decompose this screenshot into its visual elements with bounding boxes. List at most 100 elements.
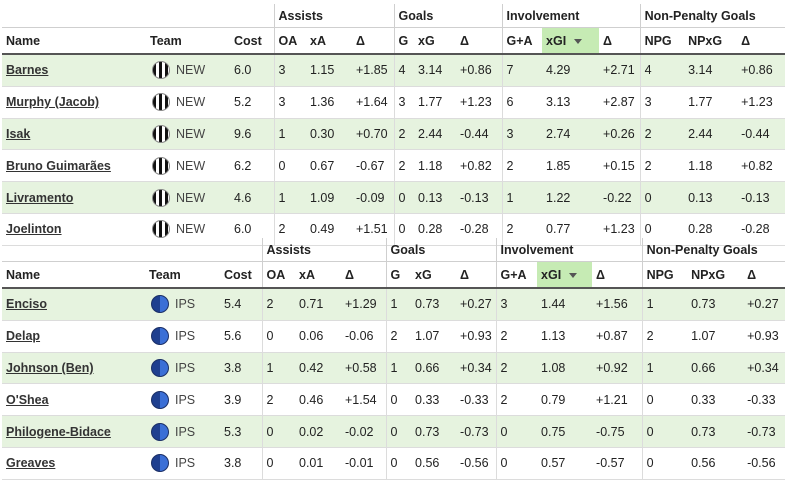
player-name-link[interactable]: O'Shea — [6, 393, 49, 407]
xg-cell: 1.77 — [414, 86, 457, 119]
cost-cell: 5.4 — [220, 288, 262, 321]
col-delta-goals[interactable]: Δ — [456, 27, 503, 55]
xg-cell: 2.44 — [414, 118, 457, 151]
npxg-cell: 1.18 — [684, 149, 738, 183]
player-name-link[interactable]: Barnes — [6, 63, 48, 77]
col-xg[interactable]: xG — [411, 261, 457, 289]
col-ga[interactable]: G+A — [495, 261, 538, 289]
col-name[interactable]: Name — [2, 27, 146, 55]
ga-cell: 2 — [501, 149, 543, 183]
oa-cell: 1 — [273, 118, 306, 151]
player-name-link[interactable]: Livramento — [6, 191, 73, 205]
col-oa[interactable]: OA — [273, 27, 306, 55]
col-g[interactable]: G — [393, 27, 415, 55]
oa-cell: 3 — [273, 54, 306, 87]
col-delta-involvement[interactable]: Δ — [592, 261, 643, 289]
col-delta-goals[interactable]: Δ — [456, 261, 497, 289]
player-name-link[interactable]: Murphy (Jacob) — [6, 95, 99, 109]
stats-table-new: Assists Goals Involvement Non-Penalty Go… — [2, 4, 786, 246]
player-name-cell: O'Shea — [2, 383, 145, 417]
col-npxg[interactable]: NPxG — [684, 27, 738, 55]
col-delta-npg[interactable]: Δ — [737, 27, 786, 55]
team-cell: NEW — [146, 118, 230, 151]
table-row: Greaves IPS 3.8 0 0.01 -0.01 0 0.56 -0.56 0 0.57 -0… — [2, 447, 786, 480]
player-name-link[interactable]: Johnson (Ben) — [6, 361, 94, 375]
player-name-cell: Livramento — [2, 181, 146, 214]
player-name-link[interactable]: Greaves — [6, 456, 55, 470]
col-xa[interactable]: xA — [306, 27, 352, 55]
col-xgi[interactable]: xGI — [537, 261, 593, 289]
delta-goals-cell: -0.13 — [456, 181, 503, 214]
xgi-cell: 1.08 — [537, 352, 593, 385]
delta-assists-cell: +1.29 — [341, 288, 387, 321]
player-name-link[interactable]: Isak — [6, 127, 30, 141]
col-npg[interactable]: NPG — [639, 27, 685, 55]
ga-cell: 0 — [495, 415, 538, 448]
xa-cell: 0.46 — [295, 383, 341, 417]
col-team[interactable]: Team — [145, 261, 220, 289]
team-abbr: IPS — [175, 329, 196, 344]
cost-cell: 5.2 — [230, 86, 274, 119]
delta-assists-cell: +0.70 — [352, 118, 395, 151]
delta-involvement-cell: +1.21 — [592, 383, 643, 417]
team-abbr: IPS — [175, 297, 196, 312]
group-assists: Assists — [273, 4, 395, 28]
col-xgi[interactable]: xGI — [542, 27, 600, 55]
col-name[interactable]: Name — [2, 261, 145, 289]
g-cell: 1 — [385, 352, 412, 385]
player-name-cell: Enciso — [2, 288, 145, 321]
crest-ips-icon — [151, 422, 169, 441]
xa-cell: 1.09 — [306, 181, 352, 214]
delta-goals-cell: +0.86 — [456, 54, 503, 87]
col-oa[interactable]: OA — [261, 261, 295, 289]
delta-assists-cell: -0.09 — [352, 181, 395, 214]
xg-cell: 0.73 — [411, 415, 457, 448]
delta-goals-cell: +1.23 — [456, 86, 503, 119]
ga-cell: 0 — [495, 447, 538, 480]
delta-npg-cell: -0.33 — [743, 383, 786, 417]
xgi-cell: 4.29 — [542, 54, 600, 87]
group-goals: Goals — [393, 4, 503, 28]
col-cost[interactable]: Cost — [230, 27, 274, 55]
col-npg[interactable]: NPG — [641, 261, 688, 289]
oa-cell: 0 — [261, 415, 295, 448]
delta-assists-cell: +1.54 — [341, 383, 387, 417]
delta-assists-cell: -0.01 — [341, 447, 387, 480]
delta-goals-cell: -0.73 — [456, 415, 497, 448]
oa-cell: 0 — [273, 149, 306, 183]
npg-cell: 2 — [639, 149, 685, 183]
player-name-link[interactable]: Bruno Guimarães — [6, 159, 111, 173]
col-delta-assists[interactable]: Δ — [352, 27, 395, 55]
col-g[interactable]: G — [385, 261, 412, 289]
col-xa[interactable]: xA — [295, 261, 341, 289]
col-cost[interactable]: Cost — [220, 261, 262, 289]
col-delta-assists[interactable]: Δ — [341, 261, 387, 289]
oa-cell: 0 — [261, 320, 295, 353]
col-ga[interactable]: G+A — [501, 27, 543, 55]
oa-cell: 0 — [261, 447, 295, 480]
col-xg[interactable]: xG — [414, 27, 457, 55]
delta-goals-cell: -0.44 — [456, 118, 503, 151]
crest-new-icon — [152, 93, 170, 112]
sort-desc-icon — [574, 38, 583, 44]
npxg-cell: 3.14 — [684, 54, 738, 87]
table-row: O'Shea IPS 3.9 2 0.46 +1.54 0 0.33 -0.33 2 0.79 +1.… — [2, 383, 786, 417]
team-abbr: NEW — [176, 158, 206, 173]
player-name-link[interactable]: Philogene-Bidace — [6, 425, 111, 439]
xgi-cell: 3.13 — [542, 86, 600, 119]
player-name-link[interactable]: Enciso — [6, 297, 47, 311]
team-abbr: NEW — [176, 63, 206, 78]
col-npxg[interactable]: NPxG — [687, 261, 744, 289]
crest-ips-icon — [151, 295, 169, 314]
cost-cell: 3.8 — [220, 447, 262, 480]
player-name-link[interactable]: Joelinton — [6, 222, 62, 236]
team-abbr: IPS — [175, 424, 196, 439]
npxg-cell: 1.07 — [687, 320, 744, 353]
oa-cell: 3 — [273, 86, 306, 119]
col-team[interactable]: Team — [146, 27, 230, 55]
col-delta-involvement[interactable]: Δ — [599, 27, 641, 55]
group-goals: Goals — [385, 238, 497, 262]
crest-new-icon — [152, 220, 170, 239]
player-name-link[interactable]: Delap — [6, 329, 40, 343]
col-delta-npg[interactable]: Δ — [743, 261, 786, 289]
